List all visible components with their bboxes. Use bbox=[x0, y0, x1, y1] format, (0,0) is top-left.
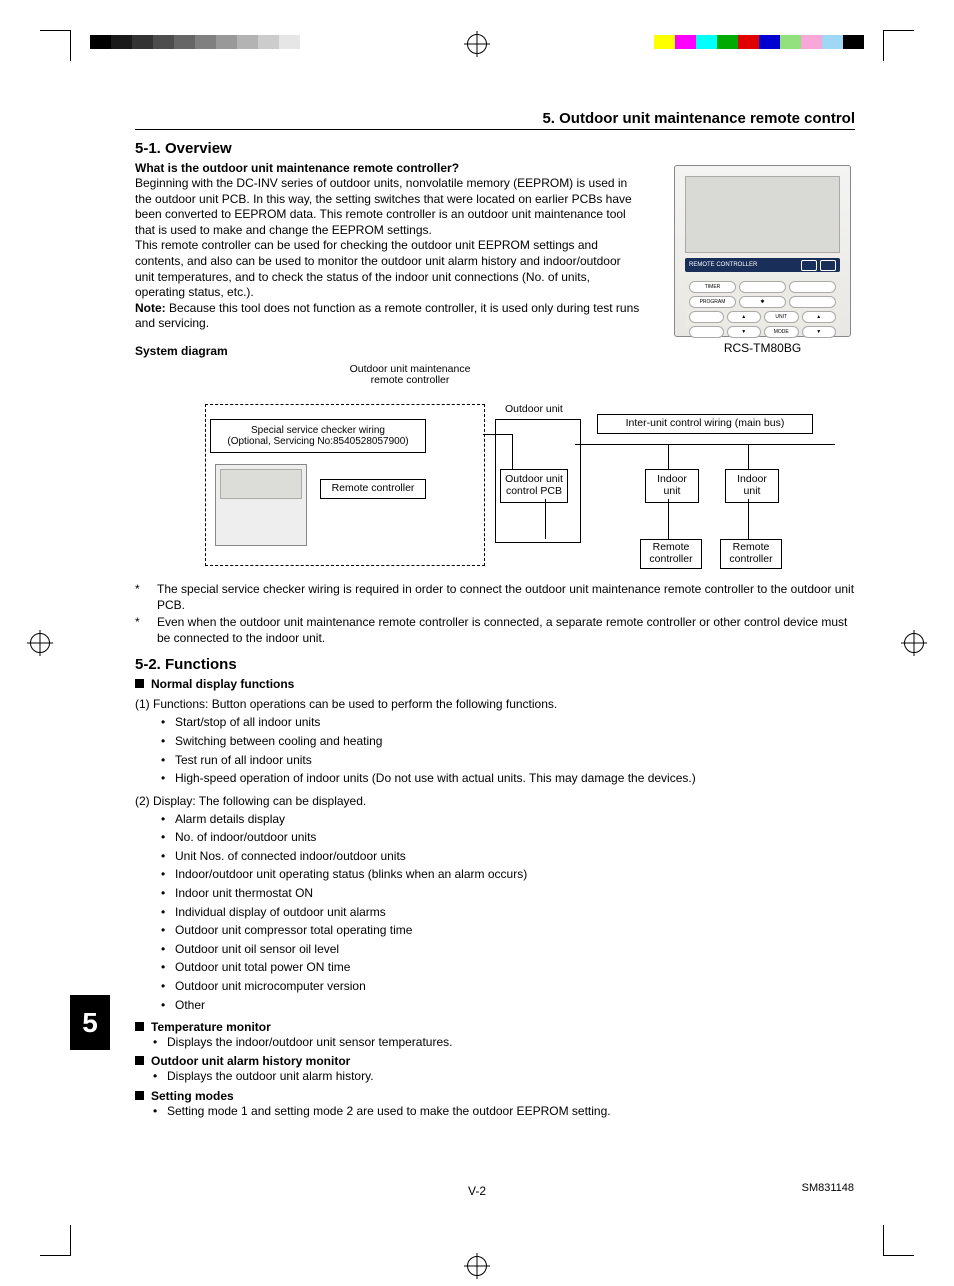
functions-heading: 5-2. Functions bbox=[135, 656, 855, 673]
overview-question: What is the outdoor unit maintenance rem… bbox=[135, 161, 640, 175]
system-diagram-heading: System diagram bbox=[135, 344, 640, 358]
section-title: 5. Outdoor unit maintenance remote contr… bbox=[135, 110, 855, 130]
functions-2-intro: (2) Display: The following can be displa… bbox=[135, 794, 855, 808]
remote-model-label: RCS-TM80BG bbox=[670, 341, 855, 355]
overview-note: Note: Because this tool does not functio… bbox=[135, 301, 640, 332]
functions-2-list: Alarm details display No. of indoor/outd… bbox=[161, 810, 855, 1015]
normal-display-heading: Normal display functions bbox=[135, 677, 855, 691]
overview-heading: 5-1. Overview bbox=[135, 140, 855, 157]
overview-p1: Beginning with the DC-INV series of outd… bbox=[135, 176, 640, 238]
remote-controller-image: REMOTE CONTROLLER TIMER PROGRAM✱ ▲UNIT▲ … bbox=[674, 165, 851, 337]
registration-mark-icon bbox=[467, 1256, 487, 1276]
remote-figure: REMOTE CONTROLLER TIMER PROGRAM✱ ▲UNIT▲ … bbox=[670, 165, 855, 355]
small-remote-icon bbox=[215, 464, 307, 546]
crop-marks-bottom bbox=[40, 1226, 914, 1256]
functions-1-list: Start/stop of all indoor units Switching… bbox=[161, 713, 855, 787]
overview-p2: This remote controller can be used for c… bbox=[135, 238, 640, 300]
functions-1-intro: (1) Functions: Button operations can be … bbox=[135, 697, 855, 711]
color-bar bbox=[654, 35, 864, 49]
chapter-tab: 5 bbox=[70, 995, 110, 1050]
temperature-monitor-heading: Temperature monitor bbox=[135, 1020, 855, 1034]
setting-modes-heading: Setting modes bbox=[135, 1089, 855, 1103]
registration-mark-icon bbox=[30, 633, 50, 653]
alarm-history-heading: Outdoor unit alarm history monitor bbox=[135, 1054, 855, 1068]
registration-mark-icon bbox=[904, 633, 924, 653]
diagram-notes: *The special service checker wiring is r… bbox=[135, 582, 855, 646]
document-id: SM831148 bbox=[802, 1182, 854, 1194]
page-number: V-2 bbox=[468, 1184, 486, 1198]
registration-mark-icon bbox=[467, 34, 487, 54]
grayscale-bar bbox=[90, 35, 300, 49]
system-diagram: Outdoor unit maintenance remote controll… bbox=[205, 364, 845, 574]
